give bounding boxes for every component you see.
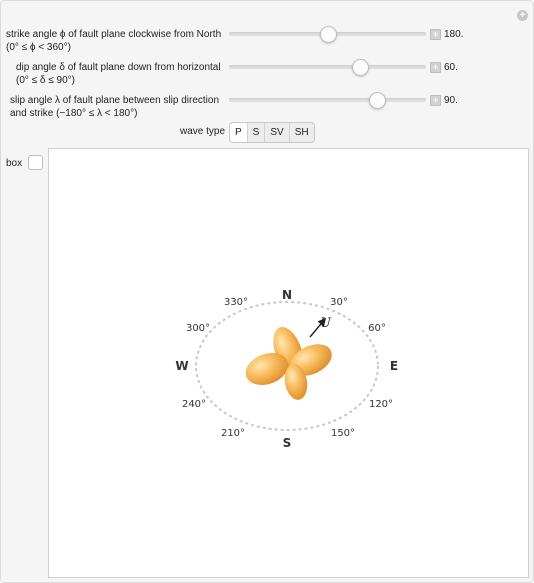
angle-30: 30° xyxy=(330,297,348,308)
slip-value: 90. xyxy=(444,95,458,106)
compass-east: E xyxy=(390,359,398,373)
wave-type-sh-button[interactable]: SH xyxy=(288,123,314,142)
angle-120: 120° xyxy=(369,399,393,410)
compass-west: W xyxy=(175,359,188,373)
radiation-pattern-canvas[interactable]: N S E W 30° 60° 120° 150° 210° 240° 300°… xyxy=(48,148,529,578)
wave-type-p-button[interactable]: P xyxy=(230,123,247,142)
dip-slider-track[interactable] xyxy=(229,65,426,69)
strike-slider-thumb[interactable] xyxy=(319,26,337,43)
dip-slider-thumb[interactable] xyxy=(352,59,370,76)
slip-label-line2: and strike (−180° ≤ λ < 180°) xyxy=(10,108,138,119)
dip-label-line1: dip angle δ of fault plane down from hor… xyxy=(16,62,221,73)
angle-150: 150° xyxy=(331,428,355,439)
slip-plus-icon[interactable]: + xyxy=(430,95,441,106)
slip-label: slip angle λ of fault plane between slip… xyxy=(10,94,219,120)
angle-60: 60° xyxy=(368,323,386,334)
dip-label-line2: (0° ≤ δ ≤ 90°) xyxy=(16,75,75,86)
slip-slider-track[interactable] xyxy=(229,98,426,102)
dip-plus-icon[interactable]: + xyxy=(430,62,441,73)
dip-value: 60. xyxy=(444,62,458,73)
wave-type-s-button[interactable]: S xyxy=(246,123,265,142)
p-wave-radiation-pattern xyxy=(245,327,332,400)
angle-210: 210° xyxy=(221,428,245,439)
compass-south: S xyxy=(283,436,292,450)
slip-slider[interactable] xyxy=(229,92,426,109)
plus-circle-icon[interactable]: + xyxy=(517,10,528,21)
strike-label-line2: (0° ≤ ϕ < 360°) xyxy=(6,42,71,53)
angle-240: 240° xyxy=(182,399,206,410)
wave-type-selector[interactable]: P S SV SH xyxy=(229,122,315,143)
strike-label-line1: strike angle ϕ of fault plane clockwise … xyxy=(6,29,222,40)
dip-slider[interactable] xyxy=(229,59,426,76)
angle-300: 300° xyxy=(186,323,210,334)
wave-type-label: wave type xyxy=(180,126,226,137)
box-label: box xyxy=(6,158,23,169)
dip-label: dip angle δ of fault plane down from hor… xyxy=(16,61,221,87)
wave-type-sv-button[interactable]: SV xyxy=(264,123,288,142)
radiation-pattern-graphic[interactable]: N S E W 30° 60° 120° 150° 210° 240° 300°… xyxy=(49,149,528,577)
strike-value: 180. xyxy=(444,29,464,40)
box-checkbox[interactable] xyxy=(28,155,43,170)
slip-label-line1: slip angle λ of fault plane between slip… xyxy=(10,95,220,106)
manipulate-panel: + strike angle ϕ of fault plane clockwis… xyxy=(0,0,534,583)
slip-vector-label: U xyxy=(320,316,332,331)
compass-north: N xyxy=(282,288,292,302)
strike-plus-icon[interactable]: + xyxy=(430,29,441,40)
strike-label: strike angle ϕ of fault plane clockwise … xyxy=(6,28,221,54)
angle-330: 330° xyxy=(224,297,248,308)
strike-slider[interactable] xyxy=(229,26,426,43)
slip-slider-thumb[interactable] xyxy=(368,92,386,109)
